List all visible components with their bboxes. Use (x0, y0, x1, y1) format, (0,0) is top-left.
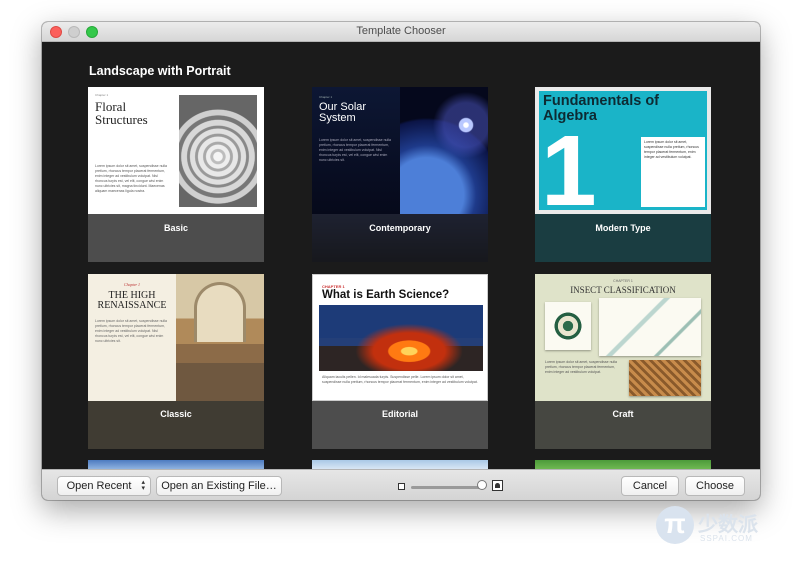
sspai-watermark: π 少数派 SSPAI.COM (656, 506, 800, 554)
window-title: Template Chooser (356, 25, 446, 37)
thumbnail-reflection (312, 214, 488, 262)
flower-image (179, 95, 257, 207)
volcano-image (319, 305, 483, 371)
pi-logo-icon: π (656, 506, 694, 544)
dragonfly-card (599, 298, 701, 356)
template-thumbnail-partial[interactable] (88, 460, 264, 469)
template-thumbnail-contemporary[interactable]: Chapter 1 Our Solar System Lorem ipsum d… (312, 87, 488, 214)
template-label-editorial[interactable]: Editorial (312, 409, 488, 419)
template-title: Floral Structures (95, 99, 148, 127)
bottom-toolbar: Open Recent ▴ ▾ Open an Existing File… Ca… (42, 469, 760, 500)
template-label-classic[interactable]: Classic (88, 409, 264, 419)
open-existing-file-button[interactable]: Open an Existing File… (156, 476, 282, 496)
open-recent-popup[interactable]: Open Recent ▴ ▾ (57, 476, 151, 496)
template-body-text: Aliquam iaculis pellen. Id malesuada tur… (322, 375, 478, 384)
template-chapter: CHAPTER 1 (613, 279, 633, 283)
small-page-icon (398, 483, 405, 490)
template-label-craft[interactable]: Craft (535, 409, 711, 419)
cancel-button[interactable]: Cancel (621, 476, 679, 496)
template-thumbnail-craft[interactable]: CHAPTER 1 INSECT CLASSIFICATION Lorem ip… (535, 274, 711, 401)
template-body-text: Lorem ipsum dolor sit amet, suspendisse … (545, 360, 617, 374)
template-thumbnail-partial[interactable] (535, 460, 711, 469)
template-gallery[interactable]: Landscape with Portrait Chapter 1 Floral… (42, 42, 760, 469)
template-label-basic[interactable]: Basic (88, 223, 264, 233)
template-thumbnail-basic[interactable]: Chapter 1 Floral Structures Lorem ipsum … (88, 87, 264, 214)
slider-track[interactable] (411, 486, 483, 489)
thumbnail-reflection (88, 214, 264, 262)
template-body-text: Lorem ipsum dolor sit amet, suspendisse … (95, 164, 167, 193)
section-title: Landscape with Portrait (89, 64, 231, 78)
template-thumbnail-modern-type[interactable]: Fundamentals of Algebra 1 Lorem ipsum do… (535, 87, 711, 214)
butterfly-card (545, 302, 591, 350)
template-chapter: Chapter 1 (95, 93, 109, 97)
large-page-icon (492, 480, 503, 491)
template-thumbnail-partial[interactable] (312, 460, 488, 469)
watermark-cn: 少数派 (698, 514, 758, 536)
popup-arrows-icon: ▴ ▾ (141, 479, 145, 492)
template-thumbnail-editorial[interactable]: CHAPTER 1 What is Earth Science? Aliquam… (312, 274, 488, 401)
template-body-text: Lorem ipsum dolor sit amet, suspendisse … (319, 138, 391, 162)
open-recent-label: Open Recent (66, 480, 132, 492)
template-body-text: Lorem ipsum dolor sit amet, suspendisse … (644, 140, 699, 159)
template-thumbnail-classic[interactable]: Chapter 1 THE HIGH RENAISSANCE Lorem ips… (88, 274, 264, 401)
big-number: 1 (541, 115, 597, 214)
template-title: What is Earth Science? (322, 289, 450, 301)
pattern-card (629, 360, 701, 396)
side-text-box: Lorem ipsum dolor sit amet, suspendisse … (641, 137, 705, 207)
template-title: Our Solar System (319, 101, 367, 124)
template-label-contemporary[interactable]: Contemporary (312, 223, 488, 233)
thumbnail-reflection (535, 214, 711, 262)
template-body-text: Lorem ipsum dolor sit amet, suspendisse … (95, 319, 167, 343)
thumbnail-size-slider[interactable] (398, 480, 503, 492)
modern-panel: Fundamentals of Algebra 1 Lorem ipsum do… (539, 91, 707, 214)
template-label-modern-type[interactable]: Modern Type (535, 223, 711, 233)
watermark-en: SSPAI.COM (700, 534, 753, 543)
template-chooser-window: Template Chooser Landscape with Portrait… (42, 22, 760, 500)
slider-knob[interactable] (477, 480, 487, 490)
template-title: THE HIGH RENAISSANCE (97, 290, 167, 311)
earth-image (400, 87, 488, 214)
template-chapter: Chapter 1 (123, 282, 141, 287)
titlebar: Template Chooser (42, 22, 760, 42)
template-chapter: Chapter 1 (319, 95, 333, 99)
choose-button[interactable]: Choose (685, 476, 745, 496)
fresco-image (176, 274, 264, 401)
template-title: INSECT CLASSIFICATION (570, 285, 676, 295)
